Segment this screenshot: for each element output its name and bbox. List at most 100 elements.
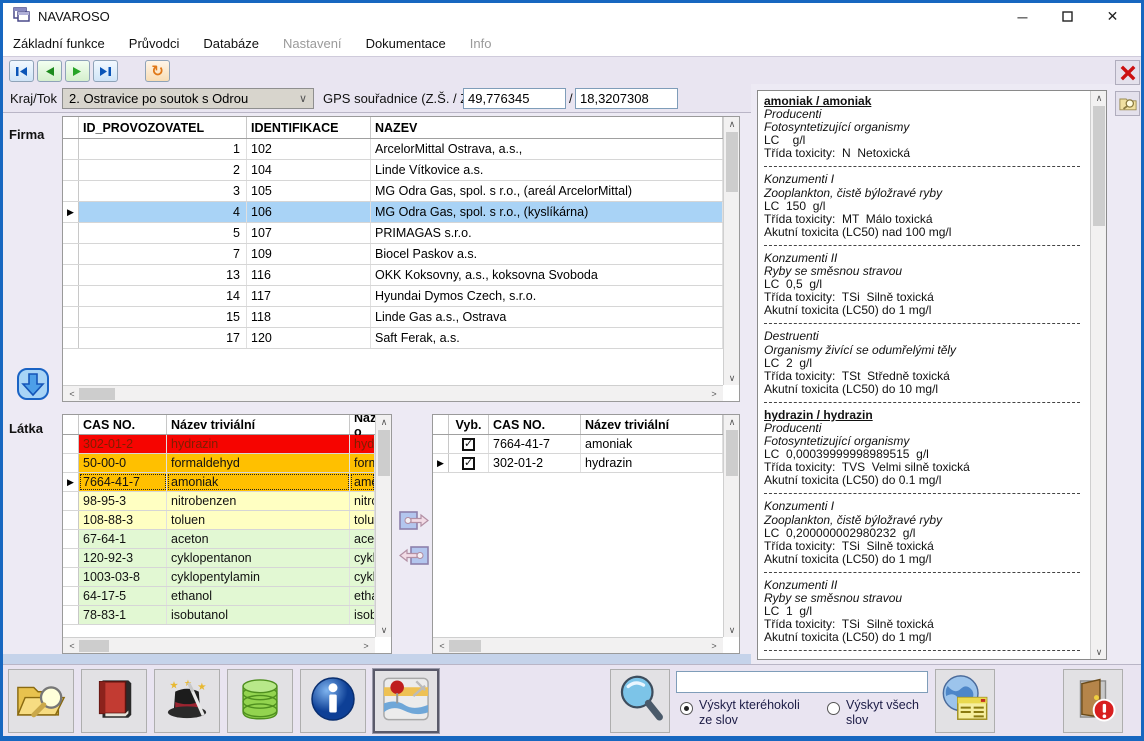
firma-row[interactable]: 17120Saft Ferak, a.s.	[63, 328, 723, 349]
latka-row[interactable]: 1003-03-8cyklopentylamincyklopentylamin	[63, 568, 375, 587]
radio-any-word[interactable]: Výskyt kteréhokoli ze slov	[680, 698, 800, 728]
details-vscroll[interactable]: ∧ ∨	[1090, 91, 1106, 659]
search-button[interactable]	[610, 669, 670, 733]
kraj-tok-select[interactable]: 2. Ostravice po soutok s Odrou ∨	[62, 88, 314, 109]
firma-vscroll[interactable]: ∧ ∨	[723, 117, 739, 385]
selected-substance-row[interactable]: ▶✓302-01-2hydrazin	[433, 454, 723, 473]
sel-col-cas[interactable]: CAS NO.	[489, 415, 581, 434]
latka-vscroll[interactable]: ∧ ∨	[375, 415, 391, 637]
folder-search-small-button[interactable]	[1115, 91, 1140, 116]
latka-row[interactable]: 50-00-0formaldehydformaldehyd	[63, 454, 375, 473]
database-button[interactable]	[227, 669, 293, 733]
folder-search-icon	[15, 677, 67, 726]
firma-row[interactable]: 1102ArcelorMittal Ostrava, a.s.,	[63, 139, 723, 160]
latka-row[interactable]: 67-64-1acetonaceton	[63, 530, 375, 549]
latka-row[interactable]: 302-01-2hydrazinhydrazin	[63, 435, 375, 454]
detail-line: Konzumenti I	[764, 500, 1088, 513]
remove-substance-button[interactable]	[397, 542, 431, 570]
move-down-button[interactable]	[17, 368, 49, 400]
kraj-tok-value: 2. Ostravice po soutok s Odrou	[69, 91, 248, 106]
latka-row[interactable]: 64-17-5ethanolethanol	[63, 587, 375, 606]
sel-col-trivial[interactable]: Název triviální	[581, 415, 723, 434]
firma-row[interactable]: 2104Linde Vítkovice a.s.	[63, 160, 723, 181]
menu-item-databaze[interactable]: Databáze	[203, 36, 259, 51]
latka-hscroll[interactable]: < >	[63, 637, 375, 653]
sel-col-vyb[interactable]: Vyb.	[449, 415, 489, 434]
firma-row[interactable]: 15118Linde Gas a.s., Ostrava	[63, 307, 723, 328]
detail-line: Třída toxicity: N Netoxická	[764, 147, 1088, 160]
detail-line: hydrazin / hydrazin	[764, 409, 1088, 422]
latka-col-trivial[interactable]: Název triviální	[167, 415, 350, 434]
firma-hscroll[interactable]: < >	[63, 385, 723, 401]
latka-row[interactable]: 78-83-1isobutanolisobutanol	[63, 606, 375, 625]
radio-any-dot[interactable]	[680, 702, 693, 715]
next-record-button[interactable]	[65, 60, 90, 82]
web-report-button[interactable]	[935, 669, 995, 733]
last-record-button[interactable]	[93, 60, 118, 82]
gps-lon-input[interactable]	[575, 88, 678, 109]
checkbox-icon[interactable]: ✓	[462, 438, 475, 451]
firma-label: Firma	[9, 127, 44, 142]
bottom-toolbar: ★★★ Výskyt kteréhokoli ze slov	[3, 664, 1141, 736]
firma-col-ident[interactable]: IDENTIFIKACE	[247, 117, 371, 138]
prior-record-button[interactable]	[37, 60, 62, 82]
minimize-button[interactable]: ─	[1000, 3, 1045, 30]
close-window-button[interactable]: ✕	[1090, 3, 1135, 30]
radio-all-words[interactable]: Výskyt všech slov	[827, 698, 919, 728]
detail-line: Třída toxicity: TSi Silně toxická	[764, 540, 1088, 553]
detail-line: Akutní toxicita (LC50) do 1 mg/l	[764, 553, 1088, 566]
checkbox-icon[interactable]: ✓	[462, 457, 475, 470]
detail-line: Akutní toxicita (LC50) do 0.1 mg/l	[764, 474, 1088, 487]
info-button[interactable]	[300, 669, 366, 733]
latka-col-cas[interactable]: CAS NO.	[79, 415, 167, 434]
firma-table: ID_PROVOZOVATEL IDENTIFIKACE NAZEV 1102A…	[62, 116, 740, 402]
firma-row[interactable]: 7109Biocel Paskov a.s.	[63, 244, 723, 265]
latka-row[interactable]: 120-92-3cyklopentanoncyklopentanon	[63, 549, 375, 568]
firma-row[interactable]: ▶4106MG Odra Gas, spol. s r.o., (kyslíká…	[63, 202, 723, 223]
maximize-button[interactable]	[1045, 3, 1090, 30]
latka-table: CAS NO. Název triviální Název o 302-01-2…	[62, 414, 392, 654]
latka-row[interactable]: ▶7664-41-7amoniakamoniak	[63, 473, 375, 492]
add-substance-button[interactable]	[397, 507, 431, 535]
latka-row[interactable]: 98-95-3nitrobenzennitrobenzen	[63, 492, 375, 511]
latka-row[interactable]: 108-88-3toluentoluen	[63, 511, 375, 530]
menu-item-dokumentace[interactable]: Dokumentace	[366, 36, 446, 51]
toxicity-details-text: amoniak / amoniakProducentiFotosyntetizu…	[758, 91, 1090, 659]
firma-row[interactable]: 13116OKK Koksovny, a.s., koksovna Svobod…	[63, 265, 723, 286]
selected-substances-table: Vyb. CAS NO. Název triviální ✓7664-41-7a…	[432, 414, 740, 654]
detail-line: Třída toxicity: TSt Středně toxická	[764, 370, 1088, 383]
firma-row[interactable]: 3105MG Odra Gas, spol. s r.o., (areál Ar…	[63, 181, 723, 202]
detail-line: Akutní toxicita (LC50) do 1 mg/l	[764, 304, 1088, 317]
menu-item-zakladni-funkce[interactable]: Základní funkce	[13, 36, 105, 51]
map-button[interactable]	[373, 669, 439, 733]
info-icon	[309, 675, 357, 728]
firma-row[interactable]: 14117Hyundai Dymos Czech, s.r.o.	[63, 286, 723, 307]
detail-line: LC 2 g/l	[764, 357, 1088, 370]
magic-hat-icon: ★★★	[162, 676, 212, 727]
app-icon	[13, 7, 30, 27]
menu-item-nastaveni[interactable]: Nastavení	[283, 36, 342, 51]
firma-col-id[interactable]: ID_PROVOZOVATEL	[79, 117, 247, 138]
close-panel-button[interactable]	[1115, 60, 1140, 85]
gps-lat-input[interactable]	[463, 88, 566, 109]
detail-line: LC 150 g/l	[764, 200, 1088, 213]
firma-row[interactable]: 5107PRIMAGAS s.r.o.	[63, 223, 723, 244]
radio-all-dot[interactable]	[827, 702, 840, 715]
search-input[interactable]	[676, 671, 928, 693]
browse-button[interactable]	[8, 669, 74, 733]
sel-vscroll[interactable]: ∧ ∨	[723, 415, 739, 637]
selected-substance-row[interactable]: ✓7664-41-7amoniak	[433, 435, 723, 454]
detail-line: Třída toxicity: MT Málo toxická	[764, 213, 1088, 226]
menu-item-info[interactable]: Info	[470, 36, 492, 51]
wizard-button[interactable]: ★★★	[154, 669, 220, 733]
menu-item-pruvodci[interactable]: Průvodci	[129, 36, 180, 51]
sel-hscroll[interactable]: < >	[433, 637, 723, 653]
book-button[interactable]	[81, 669, 147, 733]
database-icon	[237, 675, 283, 728]
exit-button[interactable]	[1063, 669, 1123, 733]
first-record-button[interactable]	[9, 60, 34, 82]
detail-separator	[764, 402, 1080, 403]
search-icon	[616, 674, 664, 729]
refresh-button[interactable]: ↻	[145, 60, 170, 82]
firma-col-nazev[interactable]: NAZEV	[371, 117, 723, 138]
